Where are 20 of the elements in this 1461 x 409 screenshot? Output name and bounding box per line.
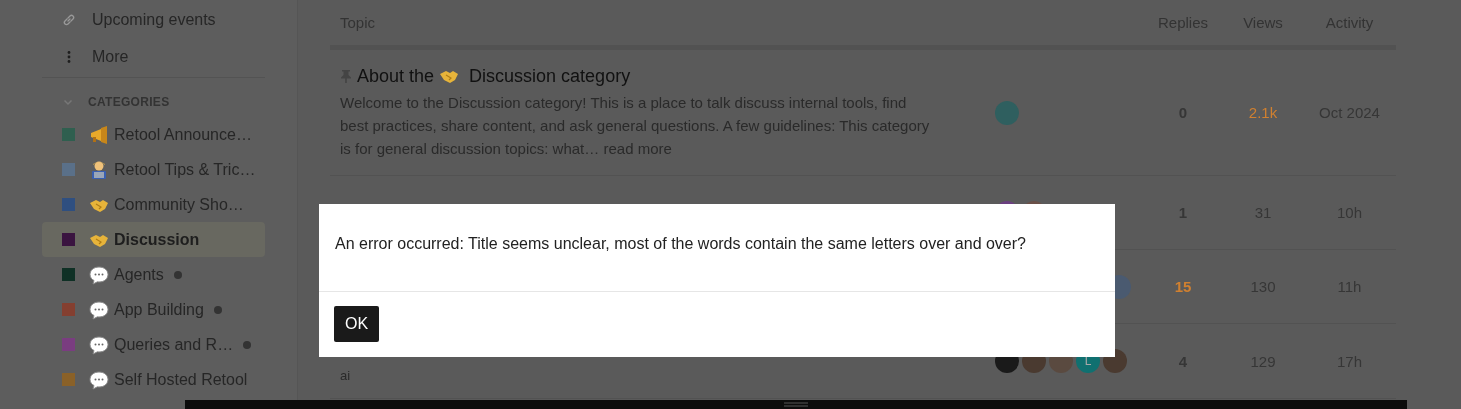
drag-handle-icon	[784, 402, 808, 407]
sidebar-link[interactable]: Upcoming events	[42, 2, 265, 37]
category-item[interactable]: Agents	[42, 257, 265, 292]
category-item[interactable]: App Building	[42, 292, 265, 327]
topic-title[interactable]: About the	[357, 65, 435, 87]
category-item[interactable]: Community Sho…	[42, 187, 265, 222]
replies-count: 15	[1173, 278, 1193, 295]
category-name: App Building	[114, 300, 204, 319]
sidebar-link[interactable]: More	[42, 39, 265, 74]
category-item[interactable]: Discussion	[42, 222, 265, 257]
category-name: Discussion	[114, 230, 200, 249]
category-name: Retool Announce…	[114, 125, 252, 144]
link-icon	[62, 12, 76, 27]
ok-button[interactable]: OK	[334, 306, 380, 342]
topic-title[interactable]: Discussion category	[469, 65, 631, 87]
category-name: Agents	[114, 265, 164, 284]
category-name: Community Sho…	[114, 195, 244, 214]
error-message: An error occurred: Title seems unclear, most of the words contain the same letters over and over?	[319, 204, 1115, 292]
views-count: 2.1k	[1247, 104, 1279, 121]
category-item[interactable]: Retool Announce…	[42, 117, 265, 152]
